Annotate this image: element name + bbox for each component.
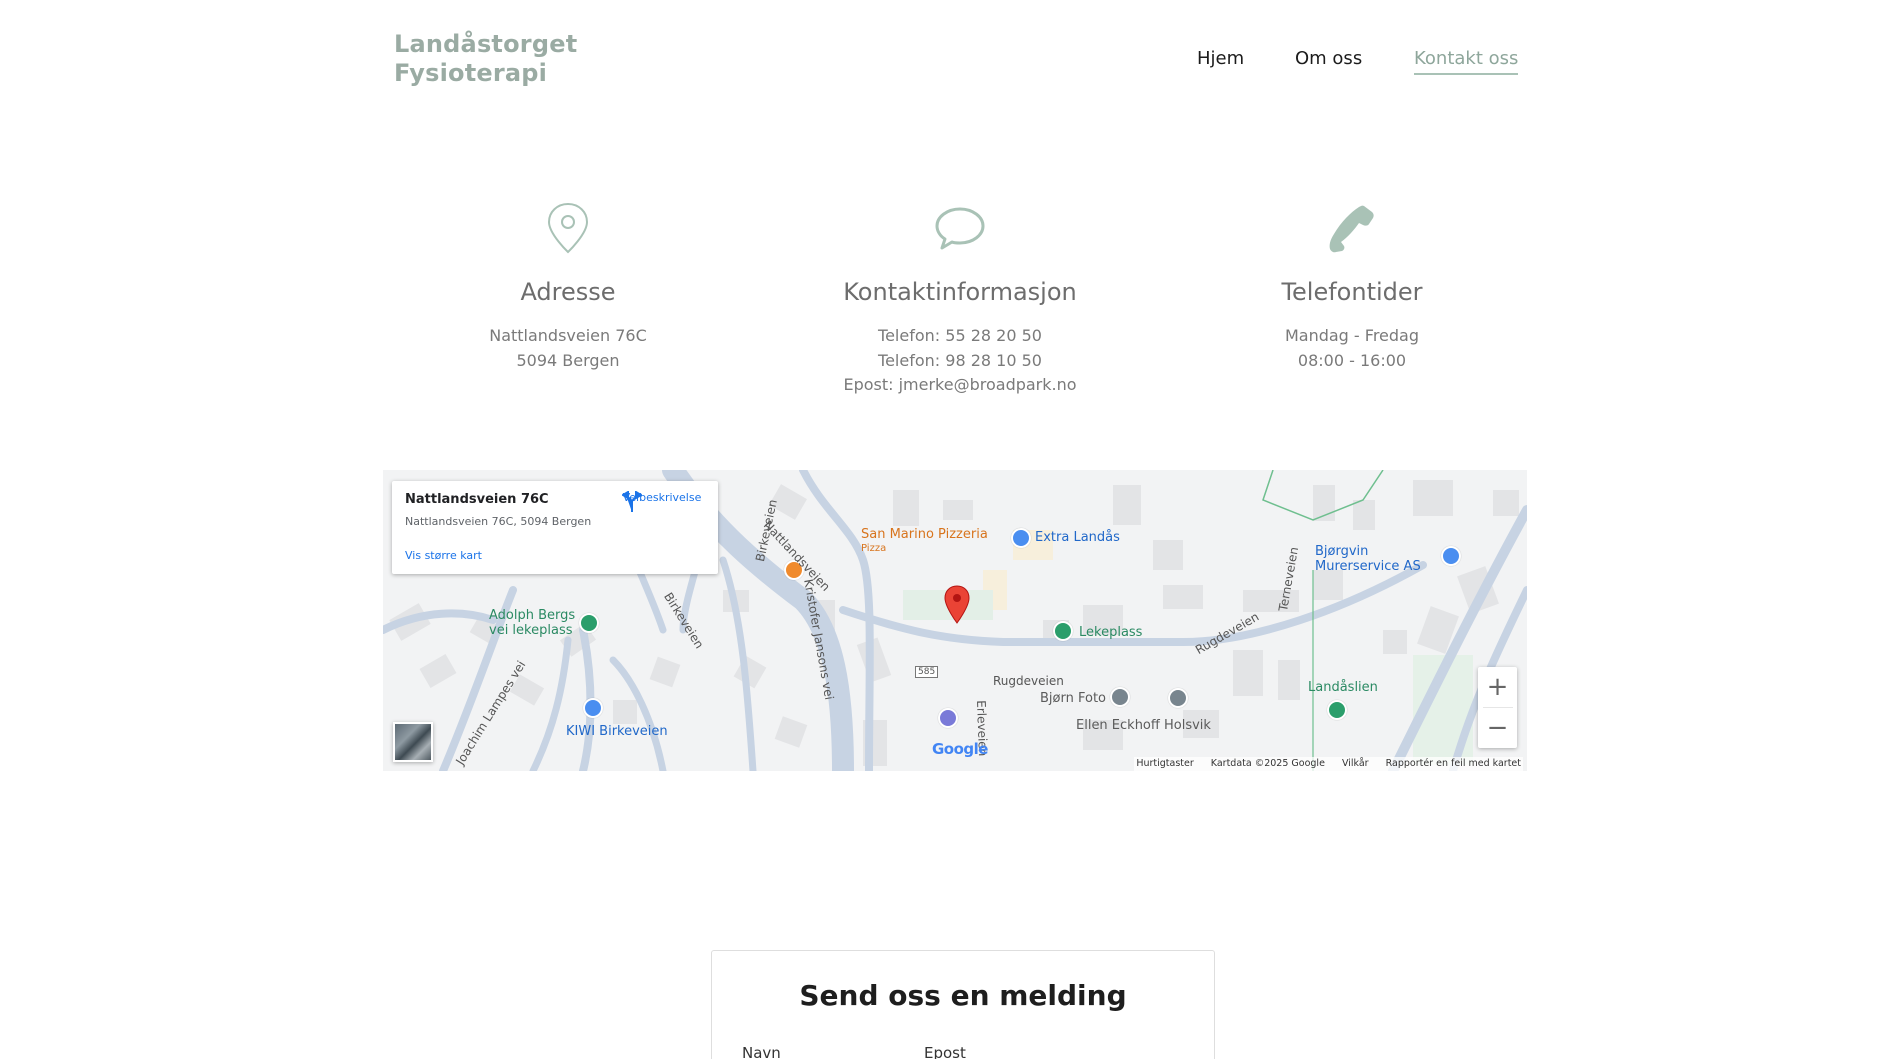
shopping-pin-icon[interactable] [1441,546,1461,566]
report-error-link[interactable]: Rapportér en feil med kartet [1386,758,1521,769]
zoom-controls: + − [1478,667,1517,748]
park-pin-icon[interactable] [1327,700,1347,720]
place-adolph[interactable]: Adolph Bergs [489,608,575,623]
larger-map-link[interactable]: Vis større kart [405,549,482,562]
shopping-pin-icon[interactable] [1011,528,1031,548]
location-pin-icon [408,200,728,256]
place-pin-icon[interactable] [1110,687,1130,707]
fuel-pin-icon[interactable] [938,708,958,728]
google-map[interactable]: Nattlandsveien 76C Nattlandsveien 76C, 5… [383,470,1527,771]
place-bjorgvin-2: Murerservice AS [1315,559,1421,574]
place-address: Nattlandsveien 76C, 5094 Bergen [405,515,592,528]
place-extra[interactable]: Extra Landås [1035,530,1120,545]
street-view-thumbnail[interactable] [393,722,433,762]
contact-title: Kontaktinformasjon [843,278,1077,306]
place-pin-icon[interactable] [1168,688,1188,708]
place-kiwi[interactable]: KIWI Birkeveien [566,724,668,739]
zoom-in-button[interactable]: + [1478,667,1517,707]
email-label: Epost [924,1044,966,1059]
place-pizzeria[interactable]: San Marino Pizzeria [861,527,988,542]
place-adolph-2: vei lekeplass [489,623,573,638]
phone-hours-time: 08:00 - 16:00 [1297,350,1407,370]
address-line: 5094 Bergen [516,350,620,370]
place-ellen[interactable]: Ellen Eckhoff Holsvik [1076,718,1211,733]
address-block: Adresse Nattlandsveien 76C 5094 Bergen [408,200,728,373]
place-landaslien[interactable]: Landåslien [1308,680,1378,695]
contact-form: Send oss en melding Navn Epost [711,950,1215,1059]
keyboard-shortcuts-link[interactable]: Hurtigtaster [1136,758,1193,769]
road-number-badge: 585 [915,666,939,678]
nav-contact[interactable]: Kontakt oss [1414,48,1519,75]
park-pin-icon[interactable] [1053,621,1073,641]
place-info-card: Nattlandsveien 76C Nattlandsveien 76C, 5… [392,481,718,574]
directions-button[interactable]: Veibeskrivelse [622,491,702,512]
form-title: Send oss en melding [799,979,1127,1012]
nav-about[interactable]: Om oss [1295,48,1362,69]
map-attribution: Hurtigtaster Kartdata ©2025 Google Vilkå… [1134,757,1523,771]
google-logo: Google [932,740,988,758]
place-bjorgvin[interactable]: Bjørgvin [1315,544,1368,559]
phone-icon [1192,200,1512,256]
name-label: Navn [742,1044,781,1059]
address-title: Adresse [520,278,616,306]
shopping-pin-icon[interactable] [583,698,603,718]
contact-phone-1: Telefon: 55 28 20 50 [878,326,1042,345]
phone-hours-block: Telefontider Mandag - Fredag 08:00 - 16:… [1192,200,1512,373]
phone-hours-days: Mandag - Fredag [1284,326,1420,345]
contact-phone-2: Telefon: 98 28 10 50 [878,350,1042,370]
park-pin-icon[interactable] [579,613,599,633]
address-line: Nattlandsveien 76C [489,326,647,345]
main-nav: Hjem Om oss Kontakt oss [0,48,1902,78]
zoom-out-button[interactable]: − [1478,708,1517,748]
map-data-text: Kartdata ©2025 Google [1210,758,1325,769]
street-label: Rugdeveien [993,674,1064,688]
place-bjorn[interactable]: Bjørn Foto [1040,691,1106,706]
nav-home[interactable]: Hjem [1197,48,1244,69]
terms-link[interactable]: Vilkår [1342,758,1369,769]
place-lekeplass[interactable]: Lekeplass [1079,625,1142,640]
place-pizzeria-sub: Pizza [861,543,887,554]
chat-bubble-icon [800,200,1120,256]
place-title: Nattlandsveien 76C [405,492,549,507]
contact-email[interactable]: Epost: jmerke@broadpark.no [843,375,1076,394]
phone-hours-title: Telefontider [1281,278,1423,306]
contact-block: Kontaktinformasjon Telefon: 55 28 20 50 … [800,200,1120,398]
